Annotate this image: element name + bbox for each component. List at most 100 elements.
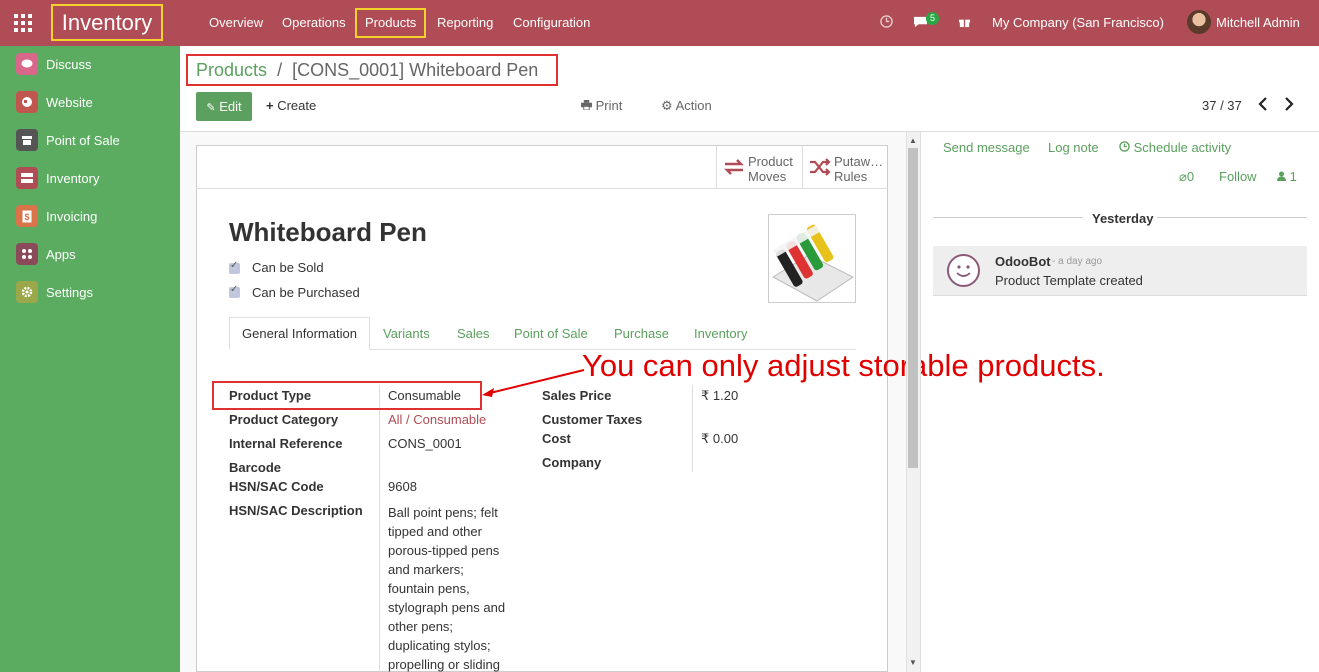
tab-general-information[interactable]: General Information [229, 317, 370, 350]
company-switcher[interactable]: My Company (San Francisco) [992, 15, 1164, 30]
date-separator-line [933, 217, 1083, 218]
log-note-button[interactable]: Log note [1048, 140, 1099, 155]
can-be-sold-checkbox[interactable] [229, 260, 240, 274]
app-grid-icon[interactable] [14, 14, 32, 32]
app-title[interactable]: Inventory [51, 4, 163, 41]
print-button-label: Print [595, 98, 623, 113]
sidebar-item-label: Invoicing [46, 208, 98, 224]
can-be-sold-label: Can be Sold [252, 260, 324, 275]
messages-badge: 5 [926, 12, 940, 25]
sidebar-item-inventory[interactable]: Inventory [16, 167, 99, 189]
clock-icon[interactable] [880, 15, 893, 31]
gear-icon [16, 281, 38, 303]
breadcrumb-separator: / [277, 60, 283, 80]
create-button[interactable]: + Create [266, 98, 316, 113]
sidebar-item-label: Inventory [46, 170, 100, 186]
sidebar-item-invoicing[interactable]: $ Invoicing [16, 205, 97, 227]
tab-point-of-sale[interactable]: Point of Sale [514, 326, 588, 341]
message-author[interactable]: OdooBot [995, 254, 1051, 269]
tab-variants[interactable]: Variants [383, 326, 430, 341]
product-type-highlight [212, 381, 482, 410]
field-column-divider [692, 385, 693, 472]
tab-sales[interactable]: Sales [457, 326, 490, 341]
tab-purchase[interactable]: Purchase [614, 326, 669, 341]
hsn-description-label: HSN/SAC Description [229, 503, 363, 518]
attachments-count: 0 [1186, 169, 1195, 184]
hsn-description-field[interactable]: Ball point pens; felt tipped and other p… [388, 503, 513, 672]
follow-button[interactable]: Follow [1219, 169, 1257, 184]
annotation-arrow-icon [482, 369, 585, 397]
chatter-message [933, 246, 1307, 296]
internal-reference-field[interactable]: CONS_0001 [388, 436, 462, 451]
globe-icon [16, 91, 38, 113]
hsn-code-label: HSN/SAC Code [229, 479, 324, 494]
scroll-down-icon[interactable]: ▼ [909, 658, 917, 667]
scroll-up-icon[interactable]: ▲ [909, 136, 917, 145]
menu-reporting[interactable]: Reporting [437, 15, 493, 30]
sidebar-item-label: Settings [46, 284, 93, 300]
product-category-link[interactable]: All / Consumable [388, 412, 486, 427]
product-moves-label: Product Moves [748, 154, 793, 184]
attachments-button[interactable]: ⌀0 [1179, 169, 1194, 185]
store-icon [16, 129, 38, 151]
menu-operations[interactable]: Operations [282, 15, 346, 30]
product-image[interactable] [768, 214, 856, 303]
gift-icon[interactable] [958, 15, 971, 31]
cost-field[interactable]: ₹ 0.00 [701, 431, 738, 447]
sidebar-item-label: Point of Sale [46, 132, 120, 148]
user-menu[interactable]: Mitchell Admin [1216, 15, 1300, 30]
whiteboard-markers-image [769, 215, 855, 302]
sidebar-item-discuss[interactable]: Discuss [16, 53, 92, 75]
company-label: Company [542, 455, 602, 470]
sidebar-item-website[interactable]: Website [16, 91, 93, 113]
swap-arrows-icon [723, 158, 745, 182]
sidebar-item-apps[interactable]: Apps [16, 243, 76, 265]
product-moves-button[interactable]: Product Moves [716, 146, 802, 189]
edit-button[interactable]: ✎ Edit [196, 92, 252, 121]
chatter-divider [920, 132, 921, 672]
create-button-label: Create [277, 98, 317, 113]
odoobot-avatar[interactable] [947, 254, 980, 287]
print-button[interactable]: Print [581, 98, 622, 113]
svg-text:$: $ [25, 212, 30, 222]
edit-button-label: Edit [219, 99, 242, 114]
invoice-icon: $ [16, 205, 38, 227]
breadcrumb: Products / [CONS_0001] Whiteboard Pen [196, 60, 538, 81]
sidebar-item-label: Discuss [46, 56, 92, 72]
sidebar-item-point-of-sale[interactable]: Point of Sale [16, 129, 120, 151]
breadcrumb-current: [CONS_0001] Whiteboard Pen [292, 60, 539, 80]
boxes-icon [16, 167, 38, 189]
user-avatar[interactable] [1187, 10, 1211, 34]
schedule-activity-button[interactable]: Schedule activity [1119, 140, 1231, 155]
clock-icon [1119, 140, 1134, 155]
menu-products[interactable]: Products [355, 8, 427, 38]
action-button-label: Action [675, 98, 712, 113]
chevron-left-icon[interactable] [1258, 97, 1268, 114]
top-navbar: Inventory Overview Operations Products R… [0, 0, 1319, 46]
sidebar-item-settings[interactable]: Settings [16, 281, 93, 303]
hsn-code-field[interactable]: 9608 [388, 479, 417, 494]
scroll-thumb[interactable] [908, 148, 918, 468]
sidebar-item-label: Apps [46, 246, 76, 262]
tab-inventory[interactable]: Inventory [694, 326, 747, 341]
chevron-right-icon[interactable] [1284, 97, 1294, 114]
followers-button[interactable]: 1 [1277, 169, 1297, 184]
send-message-button[interactable]: Send message [943, 140, 1030, 155]
menu-overview[interactable]: Overview [209, 15, 263, 30]
field-column-divider [379, 385, 380, 672]
menu-configuration[interactable]: Configuration [513, 15, 590, 30]
product-name[interactable]: Whiteboard Pen [229, 217, 427, 248]
pager-value: 37 / 37 [1202, 98, 1242, 113]
putaway-rules-label: Putaw… Rules [834, 154, 884, 184]
breadcrumb-products-link[interactable]: Products [196, 60, 267, 80]
schedule-activity-label: Schedule activity [1133, 140, 1232, 155]
putaway-rules-button[interactable]: Putaw… Rules [802, 146, 888, 189]
plus-icon: + [266, 98, 274, 113]
printer-icon [581, 98, 596, 113]
annotation-text: You can only adjust storable products. [582, 348, 1105, 383]
message-body: Product Template created [995, 273, 1143, 288]
can-be-purchased-checkbox[interactable] [229, 284, 240, 298]
sales-price-field[interactable]: ₹ 1.20 [701, 388, 738, 404]
can-be-purchased-label: Can be Purchased [252, 285, 360, 300]
action-button[interactable]: ⚙ Action [661, 98, 712, 114]
